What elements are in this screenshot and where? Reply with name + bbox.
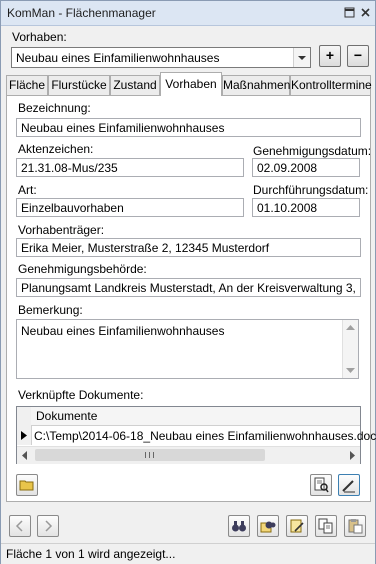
- scroll-down-icon[interactable]: [346, 368, 355, 374]
- genehmigungsdatum-label: Genehmigungsdatum:: [253, 144, 372, 158]
- vorhaben-label: Vorhaben:: [12, 30, 67, 44]
- paste-icon: [348, 519, 363, 534]
- add-vorhaben-button[interactable]: +: [319, 45, 341, 67]
- table-row[interactable]: C:\Temp\2014-06-18_Neubau eines Einfamil…: [31, 426, 376, 445]
- pencil-icon: [342, 480, 355, 493]
- genehmigungsbehoerde-field[interactable]: Planungsamt Landkreis Musterstadt, An de…: [16, 278, 361, 297]
- chevron-left-icon: [15, 520, 23, 532]
- scroll-thumb[interactable]: [35, 449, 265, 461]
- copy-icon: [318, 518, 333, 534]
- folder-icon: [19, 480, 34, 491]
- status-bar: Fläche 1 von 1 wird angezeigt...: [1, 543, 375, 564]
- tab-flaeche[interactable]: Fläche: [6, 75, 48, 95]
- document-path: C:\Temp\2014-06-18_Neubau eines Einfamil…: [34, 429, 376, 443]
- document-search-icon: [314, 477, 329, 493]
- scroll-up-icon[interactable]: [346, 324, 355, 330]
- current-row-icon: [21, 431, 27, 440]
- durchfuehrungsdatum-label: Durchführungsdatum:: [253, 183, 369, 197]
- vorhaben-select-value: Neubau eines Einfamilienwohnhauses: [16, 51, 220, 65]
- genehmigungsdatum-field[interactable]: 02.09.2008: [252, 158, 360, 177]
- tab-kontrolltermine[interactable]: Kontrolltermine: [290, 75, 372, 95]
- search-area-icon: [260, 521, 276, 533]
- app-window: KomMan - Flächenmanager Vorhaben: Neubau…: [0, 0, 376, 564]
- paste-button[interactable]: [344, 515, 366, 537]
- status-text: Fläche 1 von 1 wird angezeigt...: [6, 547, 176, 561]
- search-area-button[interactable]: [257, 515, 279, 537]
- bemerkung-label: Bemerkung:: [18, 303, 83, 317]
- vorhaben-select[interactable]: Neubau eines Einfamilienwohnhauses: [11, 47, 311, 68]
- documents-column-label: Dokumente: [36, 409, 98, 423]
- view-document-button[interactable]: [310, 474, 332, 496]
- previous-button[interactable]: [9, 515, 31, 537]
- title-bar: KomMan - Flächenmanager: [1, 1, 375, 26]
- edit-document-button[interactable]: [338, 474, 360, 496]
- edit-sheet-button[interactable]: [286, 515, 308, 537]
- edit-sheet-icon: [290, 519, 304, 533]
- chevron-right-icon: [45, 520, 53, 532]
- documents-column-header[interactable]: Dokumente: [31, 407, 360, 426]
- bezeichnung-label: Bezeichnung:: [18, 101, 91, 115]
- window-title: KomMan - Flächenmanager: [7, 6, 156, 20]
- documents-label: Verknüpfte Dokumente:: [18, 388, 144, 402]
- search-binoculars-button[interactable]: [228, 515, 250, 537]
- scroll-left-icon[interactable]: [21, 451, 27, 460]
- art-field[interactable]: Einzelbauvorhaben: [16, 198, 244, 217]
- aktenzeichen-field[interactable]: 21.31.08-Mus/235: [16, 158, 244, 177]
- bemerkung-textarea[interactable]: Neubau eines Einfamilienwohnhauses: [16, 319, 359, 379]
- vorhabentraeger-label: Vorhabenträger:: [18, 223, 105, 237]
- copy-button[interactable]: [315, 515, 337, 537]
- close-icon[interactable]: [359, 6, 372, 19]
- genehmigungsbehoerde-label: Genehmigungsbehörde:: [18, 262, 147, 276]
- tab-flurstuecke[interactable]: Flurstücke: [48, 75, 110, 95]
- tab-massnahmen[interactable]: Maßnahmen: [222, 75, 290, 95]
- float-window-icon[interactable]: [343, 6, 356, 19]
- open-folder-button[interactable]: [16, 474, 38, 496]
- bezeichnung-field[interactable]: Neubau eines Einfamilienwohnhauses: [16, 118, 361, 137]
- chevron-down-icon[interactable]: [293, 48, 310, 67]
- row-header-column: [17, 407, 32, 445]
- durchfuehrungsdatum-field[interactable]: 01.10.2008: [252, 198, 360, 217]
- tab-zustand[interactable]: Zustand: [110, 75, 160, 95]
- scroll-right-icon[interactable]: [350, 451, 356, 460]
- documents-grid[interactable]: Dokumente C:\Temp\2014-06-18_Neubau eine…: [16, 406, 376, 464]
- vertical-scrollbar[interactable]: [342, 320, 358, 378]
- remove-vorhaben-button[interactable]: −: [347, 45, 369, 67]
- binoculars-icon: [232, 521, 246, 532]
- bemerkung-text: Neubau eines Einfamilienwohnhauses: [21, 324, 225, 338]
- horizontal-scrollbar[interactable]: [17, 446, 360, 464]
- tab-vorhaben[interactable]: Vorhaben: [160, 72, 222, 96]
- art-label: Art:: [18, 183, 37, 197]
- aktenzeichen-label: Aktenzeichen:: [18, 142, 94, 156]
- next-button[interactable]: [37, 515, 59, 537]
- vorhabentraeger-field[interactable]: Erika Meier, Musterstraße 2, 12345 Muste…: [16, 238, 361, 257]
